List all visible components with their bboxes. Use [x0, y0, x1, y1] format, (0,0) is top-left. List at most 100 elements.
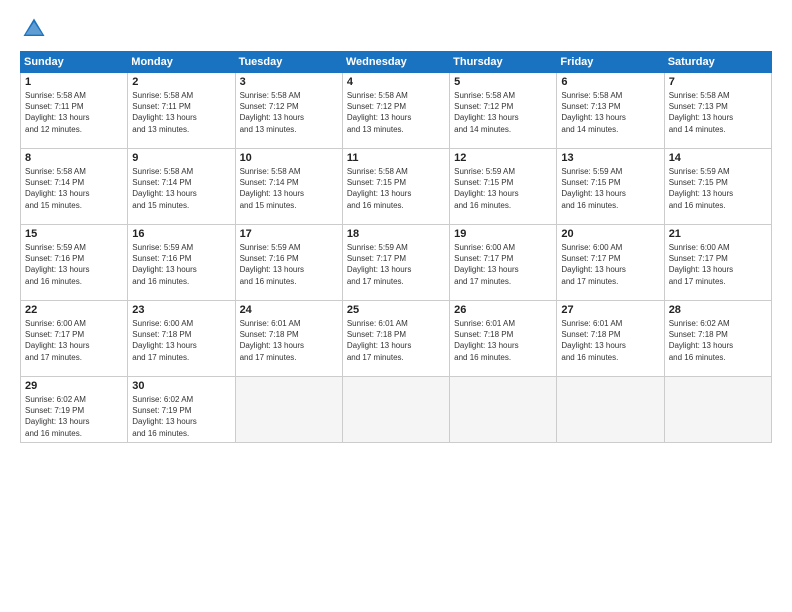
day-number: 26	[454, 304, 552, 316]
calendar-cell: 24Sunrise: 6:01 AM Sunset: 7:18 PM Dayli…	[235, 301, 342, 377]
day-number: 13	[561, 152, 659, 164]
day-info: Sunrise: 5:59 AM Sunset: 7:16 PM Dayligh…	[132, 242, 230, 287]
calendar-cell: 10 Sunrise: 5:58 AM Sunset: 7:14 PM Dayli…	[235, 149, 342, 225]
header	[20, 15, 772, 43]
day-number: 19	[454, 228, 552, 240]
day-info: Sunrise: 5:59 AM Sunset: 7:15 PM Dayligh…	[561, 166, 659, 211]
calendar-cell: 16 Sunrise: 5:59 AM Sunset: 7:16 PM Dayli…	[128, 225, 235, 301]
calendar-cell: 11 Sunrise: 5:58 AM Sunset: 7:15 PM Dayli…	[342, 149, 449, 225]
day-info: Sunrise: 5:58 AM Sunset: 7:15 PM Dayligh…	[347, 166, 445, 211]
day-info: Sunrise: 6:02 AM Sunset: 7:19 PM Dayligh…	[132, 394, 230, 439]
day-number: 22	[25, 304, 123, 316]
page: SundayMondayTuesdayWednesdayThursdayFrid…	[0, 0, 792, 612]
day-info: Sunrise: 6:00 AM Sunset: 7:18 PM Dayligh…	[132, 318, 230, 363]
calendar-cell: 19 Sunrise: 6:00 AM Sunset: 7:17 PM Dayli…	[450, 225, 557, 301]
day-number: 28	[669, 304, 767, 316]
day-info: Sunrise: 6:00 AM Sunset: 7:17 PM Dayligh…	[25, 318, 123, 363]
calendar-cell: 15Sunrise: 5:59 AM Sunset: 7:16 PM Dayli…	[21, 225, 128, 301]
calendar-header-tuesday: Tuesday	[235, 52, 342, 73]
day-number: 24	[240, 304, 338, 316]
day-info: Sunrise: 6:00 AM Sunset: 7:17 PM Dayligh…	[454, 242, 552, 287]
day-number: 25	[347, 304, 445, 316]
calendar-cell: 4 Sunrise: 5:58 AM Sunset: 7:12 PM Daylig…	[342, 73, 449, 149]
day-number: 16	[132, 228, 230, 240]
calendar-cell: 14 Sunrise: 5:59 AM Sunset: 7:15 PM Dayli…	[664, 149, 771, 225]
day-info: Sunrise: 6:00 AM Sunset: 7:17 PM Dayligh…	[669, 242, 767, 287]
day-number: 10	[240, 152, 338, 164]
day-info: Sunrise: 5:58 AM Sunset: 7:11 PM Dayligh…	[132, 90, 230, 135]
day-info: Sunrise: 5:58 AM Sunset: 7:12 PM Dayligh…	[454, 90, 552, 135]
calendar-cell: 3Sunrise: 5:58 AM Sunset: 7:12 PM Daylig…	[235, 73, 342, 149]
day-info: Sunrise: 5:59 AM Sunset: 7:16 PM Dayligh…	[240, 242, 338, 287]
calendar-cell: 29 Sunrise: 6:02 AM Sunset: 7:19 PM Dayli…	[21, 377, 128, 443]
calendar-week-2: 8 Sunrise: 5:58 AM Sunset: 7:14 PM Daylig…	[21, 149, 772, 225]
day-number: 11	[347, 152, 445, 164]
calendar-cell: 28 Sunrise: 6:02 AM Sunset: 7:18 PM Dayli…	[664, 301, 771, 377]
day-info: Sunrise: 6:02 AM Sunset: 7:19 PM Dayligh…	[25, 394, 123, 439]
day-info: Sunrise: 5:58 AM Sunset: 7:14 PM Dayligh…	[240, 166, 338, 211]
day-number: 2	[132, 76, 230, 88]
day-info: Sunrise: 5:58 AM Sunset: 7:12 PM Dayligh…	[347, 90, 445, 135]
calendar-header-sunday: Sunday	[21, 52, 128, 73]
day-number: 30	[132, 380, 230, 392]
day-number: 7	[669, 76, 767, 88]
calendar-cell: 6 Sunrise: 5:58 AM Sunset: 7:13 PM Daylig…	[557, 73, 664, 149]
calendar-cell: 25 Sunrise: 6:01 AM Sunset: 7:18 PM Dayli…	[342, 301, 449, 377]
day-info: Sunrise: 6:01 AM Sunset: 7:18 PM Dayligh…	[561, 318, 659, 363]
day-number: 12	[454, 152, 552, 164]
calendar-cell	[557, 377, 664, 443]
day-number: 23	[132, 304, 230, 316]
calendar-header-row: SundayMondayTuesdayWednesdayThursdayFrid…	[21, 52, 772, 73]
calendar-cell	[235, 377, 342, 443]
logo-icon	[20, 15, 48, 43]
day-number: 14	[669, 152, 767, 164]
calendar-cell: 22 Sunrise: 6:00 AM Sunset: 7:17 PM Dayli…	[21, 301, 128, 377]
calendar-cell	[450, 377, 557, 443]
day-info: Sunrise: 6:01 AM Sunset: 7:18 PM Dayligh…	[347, 318, 445, 363]
calendar-cell: 1 Sunrise: 5:58 AM Sunset: 7:11 PM Daylig…	[21, 73, 128, 149]
day-number: 4	[347, 76, 445, 88]
day-info: Sunrise: 5:59 AM Sunset: 7:17 PM Dayligh…	[347, 242, 445, 287]
day-info: Sunrise: 5:58 AM Sunset: 7:12 PM Dayligh…	[240, 90, 338, 135]
calendar-cell: 30 Sunrise: 6:02 AM Sunset: 7:19 PM Dayli…	[128, 377, 235, 443]
day-info: Sunrise: 5:59 AM Sunset: 7:15 PM Dayligh…	[669, 166, 767, 211]
calendar-header-saturday: Saturday	[664, 52, 771, 73]
calendar-cell: 2 Sunrise: 5:58 AM Sunset: 7:11 PM Daylig…	[128, 73, 235, 149]
calendar-header-friday: Friday	[557, 52, 664, 73]
calendar-cell: 21 Sunrise: 6:00 AM Sunset: 7:17 PM Dayli…	[664, 225, 771, 301]
day-number: 20	[561, 228, 659, 240]
day-info: Sunrise: 5:58 AM Sunset: 7:14 PM Dayligh…	[25, 166, 123, 211]
calendar-cell: 18Sunrise: 5:59 AM Sunset: 7:17 PM Dayli…	[342, 225, 449, 301]
calendar-header-wednesday: Wednesday	[342, 52, 449, 73]
day-number: 8	[25, 152, 123, 164]
calendar-cell: 13 Sunrise: 5:59 AM Sunset: 7:15 PM Dayli…	[557, 149, 664, 225]
day-info: Sunrise: 5:58 AM Sunset: 7:11 PM Dayligh…	[25, 90, 123, 135]
calendar-cell: 9 Sunrise: 5:58 AM Sunset: 7:14 PM Daylig…	[128, 149, 235, 225]
day-info: Sunrise: 5:58 AM Sunset: 7:14 PM Dayligh…	[132, 166, 230, 211]
calendar-week-3: 15Sunrise: 5:59 AM Sunset: 7:16 PM Dayli…	[21, 225, 772, 301]
calendar-week-1: 1 Sunrise: 5:58 AM Sunset: 7:11 PM Daylig…	[21, 73, 772, 149]
calendar-cell: 8 Sunrise: 5:58 AM Sunset: 7:14 PM Daylig…	[21, 149, 128, 225]
calendar-week-4: 22 Sunrise: 6:00 AM Sunset: 7:17 PM Dayli…	[21, 301, 772, 377]
day-number: 21	[669, 228, 767, 240]
calendar-cell: 7 Sunrise: 5:58 AM Sunset: 7:13 PM Daylig…	[664, 73, 771, 149]
day-info: Sunrise: 6:01 AM Sunset: 7:18 PM Dayligh…	[454, 318, 552, 363]
day-number: 5	[454, 76, 552, 88]
logo	[20, 15, 52, 43]
day-info: Sunrise: 5:59 AM Sunset: 7:15 PM Dayligh…	[454, 166, 552, 211]
calendar-cell: 17 Sunrise: 5:59 AM Sunset: 7:16 PM Dayli…	[235, 225, 342, 301]
calendar-cell: 27 Sunrise: 6:01 AM Sunset: 7:18 PM Dayli…	[557, 301, 664, 377]
day-number: 17	[240, 228, 338, 240]
day-number: 9	[132, 152, 230, 164]
day-number: 27	[561, 304, 659, 316]
day-info: Sunrise: 6:00 AM Sunset: 7:17 PM Dayligh…	[561, 242, 659, 287]
day-info: Sunrise: 5:58 AM Sunset: 7:13 PM Dayligh…	[669, 90, 767, 135]
day-info: Sunrise: 6:02 AM Sunset: 7:18 PM Dayligh…	[669, 318, 767, 363]
day-number: 29	[25, 380, 123, 392]
day-number: 1	[25, 76, 123, 88]
calendar-cell: 12 Sunrise: 5:59 AM Sunset: 7:15 PM Dayli…	[450, 149, 557, 225]
day-number: 6	[561, 76, 659, 88]
calendar-cell	[664, 377, 771, 443]
calendar-cell: 26 Sunrise: 6:01 AM Sunset: 7:18 PM Dayli…	[450, 301, 557, 377]
day-info: Sunrise: 5:58 AM Sunset: 7:13 PM Dayligh…	[561, 90, 659, 135]
